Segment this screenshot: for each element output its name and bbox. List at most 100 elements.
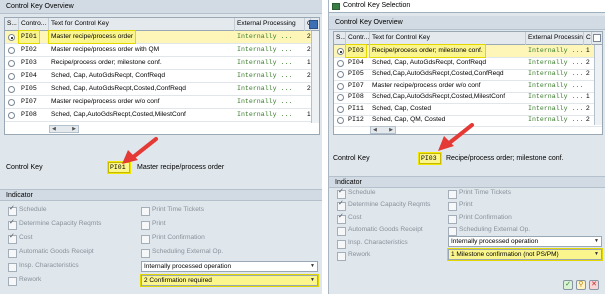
cancel-button[interactable]: ✕ — [589, 280, 599, 290]
control-key-table: S... Contr... Text for Control Key Exter… — [333, 31, 603, 135]
window-title-bar: Control Key Selection — [329, 0, 605, 13]
row-control-key: PI05 — [348, 70, 364, 77]
control-key-label: Control Key — [6, 164, 43, 171]
table-row[interactable]: PI04 Sched, Cap, AutoGdsRecpt, ConfReqd In… — [5, 70, 319, 83]
scroll-right-icon[interactable]: ▶ — [72, 126, 76, 133]
checkbox-schedule[interactable]: Schedule — [337, 187, 376, 199]
table-row[interactable]: PI08 Sched, Cap,AutoGdsRecpt,Costed,Miles… — [5, 109, 319, 122]
col-text[interactable]: Text for Control Key — [49, 18, 235, 31]
col-text[interactable]: Text for Control Key — [370, 32, 526, 45]
row-select-radio[interactable] — [337, 59, 344, 67]
checkbox-schedule[interactable]: Schedule — [8, 204, 47, 216]
col-key[interactable]: Contro... — [19, 18, 49, 31]
checkbox-rework[interactable]: Rework — [337, 250, 370, 261]
row-select-radio[interactable] — [337, 117, 344, 124]
row-text: Master recipe/process order — [47, 30, 137, 44]
row-select-radio[interactable] — [8, 47, 15, 54]
window-icon — [332, 3, 340, 10]
chevron-down-icon[interactable]: ▼ — [309, 263, 316, 270]
row-control-key: PI08 — [21, 111, 37, 118]
row-select-radio[interactable] — [8, 34, 15, 41]
table-row[interactable]: PI02 Master recipe/process order with QM I… — [5, 44, 319, 57]
confirmation-dropdown[interactable]: 2 Confirmation required ▼ — [140, 274, 319, 287]
confirm-button[interactable]: ✓ — [563, 280, 573, 290]
window-title: Control Key Selection — [343, 2, 411, 9]
checkbox-print-confirmation[interactable]: Print Confirmation — [141, 233, 205, 244]
processing-dropdown[interactable]: Internally processed operation ▼ — [141, 261, 318, 272]
row-external-processing: Internally ... — [528, 81, 584, 89]
row-control-key: PI08 — [348, 93, 364, 100]
row-select-radio[interactable] — [8, 99, 15, 106]
chevron-down-icon[interactable]: ▼ — [593, 238, 600, 245]
indicator-title: Indicator — [329, 176, 605, 188]
checkbox-print-confirmation[interactable]: Print Confirmation — [448, 213, 512, 224]
confirmation-dropdown-value: 1 Milestone confirmation (not PS/PM) — [451, 251, 559, 258]
checkbox-rework[interactable]: Rework — [8, 275, 41, 286]
row-select-radio[interactable] — [8, 86, 15, 93]
checkbox-cost[interactable]: Cost — [8, 232, 33, 244]
col-c[interactable]: C — [584, 32, 592, 45]
checkbox-determine-capacity-reqmts[interactable]: Determine Capacity Reqmts — [337, 199, 430, 212]
checkbox-insp-characteristics[interactable]: Insp. Characteristics — [337, 238, 408, 249]
table-row[interactable]: PI07 Master recipe/process order w/o conf… — [5, 96, 319, 109]
checkbox-insp-characteristics[interactable]: Insp. Characteristics — [8, 261, 79, 272]
checkbox-automatic-goods-receipt[interactable]: Automatic Goods Receipt — [8, 247, 94, 258]
row-select-radio[interactable] — [337, 71, 344, 78]
row-control-key: PI12 — [348, 116, 364, 123]
row-select-radio[interactable] — [337, 82, 344, 90]
vertical-scrollbar[interactable] — [311, 31, 319, 123]
left-panel: Control Key Overview S... Contro... Text… — [0, 0, 322, 294]
checkbox-automatic-goods-receipt[interactable]: Automatic Goods Receipt — [337, 225, 423, 237]
checkbox-determine-capacity-reqmts[interactable]: Determine Capacity Reqmts — [8, 218, 101, 230]
row-text: Sched, Cap, AutoGdsRecpt, ConfReqd — [372, 58, 486, 66]
row-select-radio[interactable] — [337, 48, 344, 55]
row-control-key: PI07 — [21, 98, 37, 105]
horizontal-scrollbar[interactable]: ◀ ▶ — [370, 126, 396, 134]
col-sel[interactable]: S... — [334, 32, 346, 45]
checkbox-scheduling-external-op-[interactable]: Scheduling External Op. — [141, 247, 223, 258]
control-key-field[interactable]: PI03 — [418, 152, 442, 165]
table-row[interactable]: PI05 Sched, Cap, AutoGdsRecpt,Costed,Conf… — [5, 83, 319, 96]
table-settings-icon[interactable] — [593, 34, 601, 42]
row-select-radio[interactable] — [8, 73, 15, 80]
table-row[interactable]: PI03 Recipe/process order; milestone conf… — [5, 57, 319, 70]
scroll-left-icon[interactable]: ◀ — [373, 127, 377, 134]
row-select-radio[interactable] — [337, 94, 344, 101]
table-header: S... Contro... Text for Control Key Exte… — [5, 18, 319, 31]
row-control-key: PI03 — [21, 59, 37, 66]
row-external-processing: Internally ... — [528, 116, 584, 123]
col-ext[interactable]: External Processing — [526, 32, 584, 45]
horizontal-scrollbar[interactable]: ◀ ▶ — [49, 125, 79, 133]
confirmation-dropdown[interactable]: 1 Milestone confirmation (not PS/PM) ▼ — [447, 248, 603, 261]
checkbox-print-time-tickets[interactable]: Print Time Tickets — [141, 205, 204, 216]
col-ext[interactable]: External Processing — [235, 18, 305, 31]
row-external-processing: Internally ... — [237, 59, 293, 66]
row-control-key: PI01 — [18, 30, 40, 44]
checkbox-scheduling-external-op-[interactable]: Scheduling External Op. — [448, 225, 530, 237]
row-text: Recipe/process order; milestone conf. — [369, 44, 486, 58]
processing-dropdown-value: Internally processed operation — [451, 238, 539, 245]
row-select-radio[interactable] — [337, 105, 344, 113]
scroll-left-icon[interactable]: ◀ — [52, 126, 56, 133]
table-settings-icon[interactable] — [309, 20, 318, 29]
search-button[interactable]: ⚲ — [576, 280, 586, 290]
chevron-down-icon[interactable]: ▼ — [309, 277, 316, 284]
row-control-key: PI11 — [348, 104, 364, 112]
scroll-right-icon[interactable]: ▶ — [389, 127, 393, 134]
checkbox-cost[interactable]: Cost — [337, 212, 362, 224]
row-external-processing: Internally ... — [528, 58, 584, 66]
col-sel[interactable]: S... — [5, 18, 19, 31]
chevron-down-icon[interactable]: ▼ — [593, 251, 600, 258]
vertical-scrollbar[interactable] — [594, 45, 602, 125]
col-key[interactable]: Contr... — [346, 32, 370, 45]
confirmation-dropdown-value: 2 Confirmation required — [144, 277, 212, 284]
table-row[interactable]: PI01 Master recipe/process order Internall… — [5, 30, 319, 44]
checkbox-print[interactable]: Print — [141, 219, 166, 230]
processing-dropdown[interactable]: Internally processed operation ▼ — [448, 236, 602, 247]
row-select-radio[interactable] — [8, 112, 15, 119]
row-select-radio[interactable] — [8, 60, 15, 67]
checkbox-print[interactable]: Print — [448, 200, 473, 212]
checkbox-print-time-tickets[interactable]: Print Time Tickets — [448, 188, 511, 199]
row-external-processing: Internally ... — [237, 72, 293, 79]
row-c: 2 — [586, 58, 590, 66]
